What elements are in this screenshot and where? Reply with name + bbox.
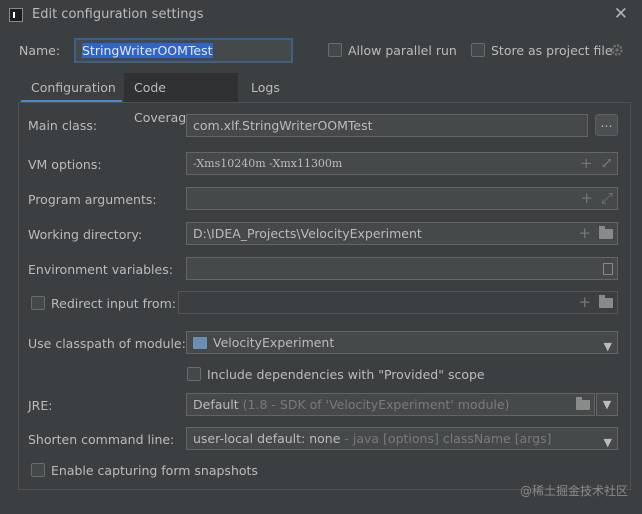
chevron-down-icon: ▼ (602, 398, 612, 411)
plus-icon[interactable]: + (580, 188, 593, 209)
main-class-label: Main class: (28, 118, 98, 133)
name-input-value: StringWriterOOMTest (82, 43, 213, 58)
tab-logs[interactable]: Logs (241, 73, 291, 103)
program-args-label: Program arguments: (28, 192, 157, 207)
intellij-app-icon (9, 8, 23, 22)
plus-icon[interactable]: + (578, 223, 591, 244)
vm-options-value: -Xms10240m -Xmx11300m (193, 157, 343, 170)
shorten-label: Shorten command line: (28, 432, 175, 447)
folder-icon (599, 294, 613, 308)
title-bar: Edit configuration settings ✕ (0, 0, 642, 30)
close-icon[interactable]: ✕ (614, 4, 628, 24)
folder-icon[interactable] (576, 396, 590, 410)
shorten-select[interactable]: user-local default: none - java [options… (186, 427, 618, 450)
expand-icon[interactable]: ⤢ (600, 153, 613, 174)
chevron-down-icon[interactable]: ▼ (604, 336, 612, 353)
plus-icon: + (578, 293, 591, 311)
watermark-text: @稀土掘金技术社区 (519, 484, 628, 498)
name-input[interactable]: StringWriterOOMTest (74, 38, 293, 63)
include-deps-checkbox[interactable] (187, 367, 201, 381)
classpath-module-value: VelocityExperiment (213, 335, 335, 350)
redirect-input-field: + (178, 291, 618, 314)
jre-select[interactable]: Default (1.8 - SDK of 'VelocityExperimen… (186, 393, 595, 416)
main-class-input[interactable]: com.xlf.StringWriterOOMTest (186, 114, 588, 137)
gear-icon[interactable] (610, 43, 624, 57)
env-vars-input[interactable] (186, 257, 618, 280)
snapshots-label[interactable]: Enable capturing form snapshots (51, 463, 258, 478)
tab-code-coverage[interactable]: Code Coverage (124, 73, 238, 125)
folder-icon[interactable] (599, 225, 613, 239)
store-project-label[interactable]: Store as project file (491, 43, 613, 58)
expand-icon[interactable]: ⤢ (601, 188, 613, 209)
vm-options-input[interactable]: -Xms10240m -Xmx11300m + ⤢ (186, 152, 618, 175)
jre-detail: (1.8 - SDK of 'VelocityExperiment' modul… (242, 397, 510, 412)
jre-value: Default (193, 397, 239, 412)
env-vars-label: Environment variables: (28, 262, 173, 277)
window-title: Edit configuration settings (32, 7, 204, 22)
chevron-down-icon[interactable]: ▼ (604, 432, 612, 449)
vm-options-label: VM options: (28, 157, 102, 172)
plus-icon[interactable]: + (580, 153, 593, 174)
module-folder-icon (193, 337, 207, 349)
working-dir-input[interactable]: D:\IDEA_Projects\VelocityExperiment + (186, 222, 618, 245)
working-dir-value: D:\IDEA_Projects\VelocityExperiment (193, 226, 422, 241)
redirect-input-label[interactable]: Redirect input from: (51, 296, 176, 311)
shorten-value: user-local default: none (193, 431, 341, 446)
redirect-input-checkbox[interactable] (31, 296, 45, 310)
allow-parallel-label[interactable]: Allow parallel run (348, 43, 457, 58)
store-project-checkbox[interactable] (471, 43, 485, 57)
working-dir-label: Working directory: (28, 227, 143, 242)
snapshots-checkbox[interactable] (31, 463, 45, 477)
classpath-module-select[interactable]: VelocityExperiment ▼ (186, 331, 618, 354)
jre-label: JRE: (28, 398, 53, 413)
shorten-detail: - java [options] className [args] (340, 431, 552, 446)
jre-dropdown-button[interactable]: ▼ (596, 393, 618, 416)
allow-parallel-checkbox[interactable] (328, 43, 342, 57)
name-label: Name: (19, 43, 61, 58)
include-deps-label[interactable]: Include dependencies with "Provided" sco… (207, 367, 485, 382)
classpath-label: Use classpath of module: (28, 336, 186, 351)
browse-main-class-button[interactable]: ... (595, 114, 618, 136)
document-icon[interactable] (603, 262, 613, 275)
tab-configuration[interactable]: Configuration (21, 73, 122, 103)
program-args-input[interactable]: + ⤢ (186, 187, 618, 210)
